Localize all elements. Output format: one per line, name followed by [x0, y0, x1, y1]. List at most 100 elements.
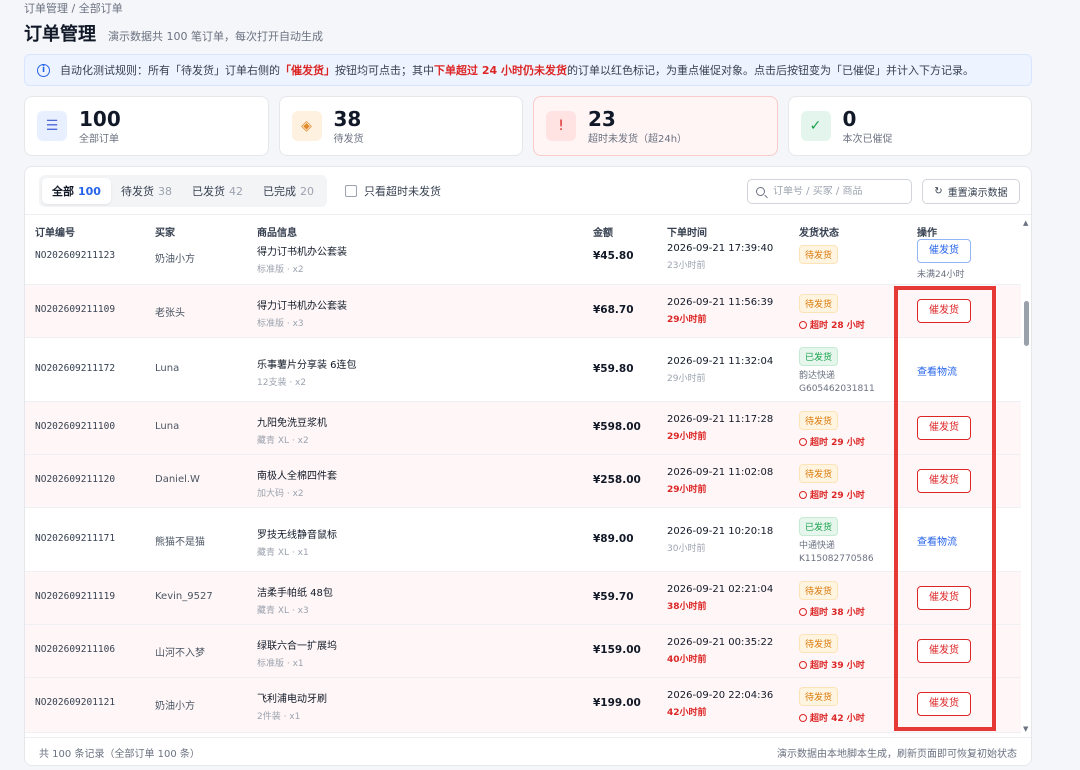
order-time: 2026-09-21 11:02:08 29小时前 — [667, 467, 774, 495]
table-row: NO202609211119 Kevin_9527 洁柔手帕纸 48包 藏青 XL… — [25, 572, 1021, 625]
status-badge: 待发货 — [799, 294, 839, 313]
order-time: 2026-09-21 10:20:18 30小时前 — [667, 526, 774, 554]
goods-info: 绿联六合一扩展坞 标准版 · x1 — [257, 641, 337, 669]
buyer: Daniel.W — [155, 474, 200, 485]
goods-info: 乐事薯片分享装 6连包 12支装 · x2 — [257, 360, 357, 388]
buyer: 山河不入梦 — [155, 648, 205, 659]
goods-info: 得力订书机办公套装 标准版 · x3 — [257, 301, 347, 329]
reset-demo-label: 重置演示数据 — [947, 188, 1008, 199]
op-cell: 催发货 — [917, 299, 971, 323]
table-row: NO202609211100 Luna 九阳免洗豆浆机 藏青 XL · x2 ¥5… — [25, 402, 1021, 455]
tab-completed[interactable]: 已完成 20 — [253, 178, 324, 204]
table-row: NO202609201121 奶油小方 飞利浦电动牙刷 2件装 · x1 ¥199… — [25, 678, 1021, 733]
buyer: Luna — [155, 363, 180, 374]
table-scrollbar[interactable]: ▲ ▼ — [1021, 215, 1031, 737]
view-logistics-link[interactable]: 查看物流 — [917, 367, 957, 378]
order-id: NO202609201121 — [35, 697, 116, 708]
goods-info: 得力订书机办公套装 标准版 · x2 — [257, 247, 347, 275]
amount: ¥68.70 — [593, 304, 634, 316]
order-id: NO202609211172 — [35, 363, 116, 374]
ship-status: 待发货 超时 29 小时 — [799, 464, 865, 501]
refresh-icon: ↻ — [934, 186, 943, 197]
op-cell: 催发货 — [917, 469, 971, 493]
scroll-thumb[interactable] — [1024, 301, 1029, 346]
status-badge: 待发货 — [799, 245, 839, 264]
ship-status: 已发货 韵达快递 G605462031811 — [799, 347, 875, 396]
op-cell: 催发货 — [917, 692, 971, 716]
ship-status: 待发货 超时 42 小时 — [799, 687, 865, 724]
search-input[interactable] — [773, 186, 903, 197]
order-id: NO202609211100 — [35, 421, 116, 432]
status-badge: 已发货 — [799, 517, 839, 536]
buyer: 奶油小方 — [155, 254, 195, 265]
page-title: 订单管理 — [24, 24, 96, 45]
only-overdue-filter[interactable]: 只看超时未发货 — [344, 183, 441, 199]
order-id: NO202609211119 — [35, 591, 116, 602]
notice-suffix: 的订单以红色标记，为重点催促对象。点击后按钮变为「已催促」并计入下方记录。 — [566, 64, 974, 77]
amount: ¥199.00 — [593, 697, 641, 709]
amount: ¥598.00 — [593, 421, 641, 433]
ship-status: 待发货 超时 28 小时 — [799, 294, 865, 331]
stat-label: 待发货 — [333, 133, 364, 145]
table-row: NO202609211109 老张头 得力订书机办公套装 标准版 · x3 ¥68… — [25, 285, 1021, 338]
buyer: 奶油小方 — [155, 701, 195, 712]
page-subtitle: 演示数据共 100 笔订单，每次打开自动生成 — [108, 30, 323, 43]
stat-card-urged: ✓ 0 本次已催促 — [787, 96, 1032, 156]
only-overdue-checkbox[interactable] — [344, 184, 357, 197]
urge-button[interactable]: 催发货 — [917, 692, 971, 716]
notice-prefix: 自动化测试规则：所有「待发货」订单右侧的 — [60, 64, 280, 77]
order-id: NO202609211106 — [35, 644, 116, 655]
box-icon: ◈ — [291, 111, 322, 141]
op-cell: 催发货 — [917, 586, 971, 610]
goods-info: 罗技无线静音鼠标 藏青 XL · x1 — [257, 530, 337, 558]
order-time: 2026-09-21 02:21:04 38小时前 — [667, 584, 774, 612]
urge-button[interactable]: 催发货 — [917, 299, 971, 323]
status-badge: 待发货 — [799, 581, 839, 600]
urge-button[interactable]: 催发货 — [917, 639, 971, 663]
ship-status: 已发货 中通快递 K115082770586 — [799, 517, 874, 566]
tab-all[interactable]: 全部 100 — [42, 177, 111, 204]
tab-pending[interactable]: 待发货 38 — [111, 178, 182, 204]
warning-icon — [799, 713, 807, 722]
footer-note: 演示数据由本地脚本生成，刷新页面即可恢复初始状态 — [777, 749, 1017, 760]
alert-icon: ! — [546, 111, 576, 141]
warning-icon — [799, 490, 807, 499]
only-overdue-label: 只看超时未发货 — [363, 184, 441, 198]
tab-shipped[interactable]: 已发货 42 — [182, 178, 253, 204]
stat-value: 100 — [79, 106, 121, 131]
buyer: 熊猫不是猫 — [155, 537, 205, 548]
order-time: 2026-09-21 00:35:22 40小时前 — [667, 637, 774, 665]
rule-notice: i 自动化测试规则：所有「待发货」订单右侧的 「催发货」 按钮均可点击；其中 下… — [24, 54, 1032, 86]
urge-button[interactable]: 催发货 — [917, 469, 971, 493]
reset-demo-button[interactable]: ↻ 重置演示数据 — [922, 179, 1020, 204]
urge-button[interactable]: 催发货 — [917, 416, 971, 440]
stat-card-all: ☰ 100 全部订单 — [24, 96, 269, 156]
stat-card-pending: ◈ 38 待发货 — [278, 96, 523, 156]
toolbar: 全部100 待发货38 已发货42 已完成20 只看超时未发货 ↻ 重置演示数据 — [25, 167, 1031, 215]
warning-icon — [799, 437, 807, 446]
urge-button[interactable]: 催发货 — [917, 239, 971, 263]
buyer: Luna — [155, 421, 180, 432]
op-cell: 查看物流 — [917, 533, 957, 548]
breadcrumb: 订单管理 / 全部订单 — [24, 2, 123, 15]
scroll-up-icon[interactable]: ▲ — [1023, 219, 1028, 227]
stat-card-overdue: ! 23 超时未发货（超24h） — [533, 96, 778, 156]
table-body: NO202609211123 奶油小方 得力订书机办公套装 标准版 · x2 ¥4… — [25, 237, 1021, 735]
amount: ¥258.00 — [593, 474, 641, 486]
table-row: NO202609211123 奶油小方 得力订书机办公套装 标准版 · x2 ¥4… — [25, 237, 1021, 285]
amount: ¥159.00 — [593, 644, 641, 656]
urge-button[interactable]: 催发货 — [917, 586, 971, 610]
view-logistics-link[interactable]: 查看物流 — [917, 537, 957, 548]
scroll-down-icon[interactable]: ▼ — [1023, 725, 1028, 733]
op-cell: 催发货 — [917, 639, 971, 663]
stat-label: 全部订单 — [79, 133, 119, 145]
ship-status: 待发货 — [799, 245, 839, 264]
search-box[interactable] — [747, 179, 912, 204]
order-time: 2026-09-21 11:32:04 29小时前 — [667, 356, 774, 384]
table-row: NO202609211120 Daniel.W 南极人全棉四件套 加大码 · x2… — [25, 455, 1021, 508]
warning-icon — [799, 320, 807, 329]
buyer: 老张头 — [155, 308, 185, 319]
op-note: 未满24小时 — [917, 270, 965, 280]
order-id: NO202609211123 — [35, 250, 116, 261]
ship-status: 待发货 超时 38 小时 — [799, 581, 865, 618]
